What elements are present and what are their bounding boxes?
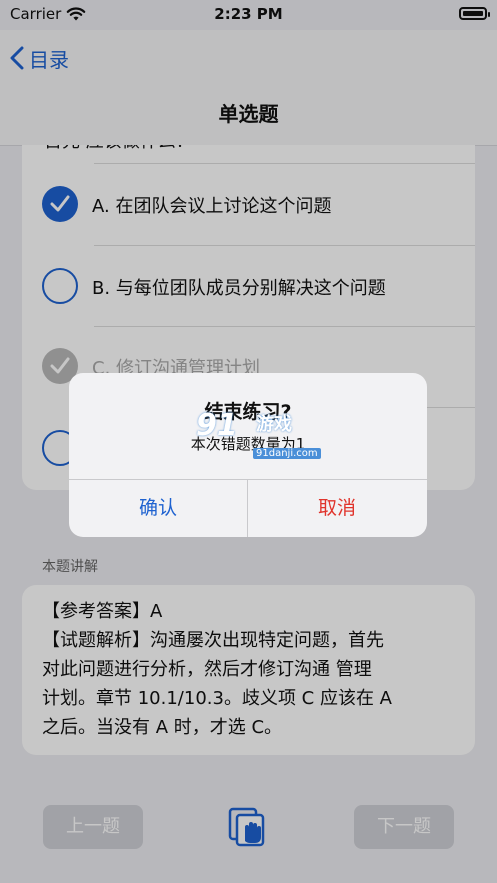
alert-title: 结束练习? <box>204 401 292 423</box>
end-practice-alert: 结束练习? 本次错题数量为1 确认 取消 <box>69 373 427 537</box>
confirm-button[interactable]: 确认 <box>69 479 247 537</box>
alert-message: 本次错题数量为1 <box>190 435 306 453</box>
cancel-button[interactable]: 取消 <box>248 479 426 537</box>
